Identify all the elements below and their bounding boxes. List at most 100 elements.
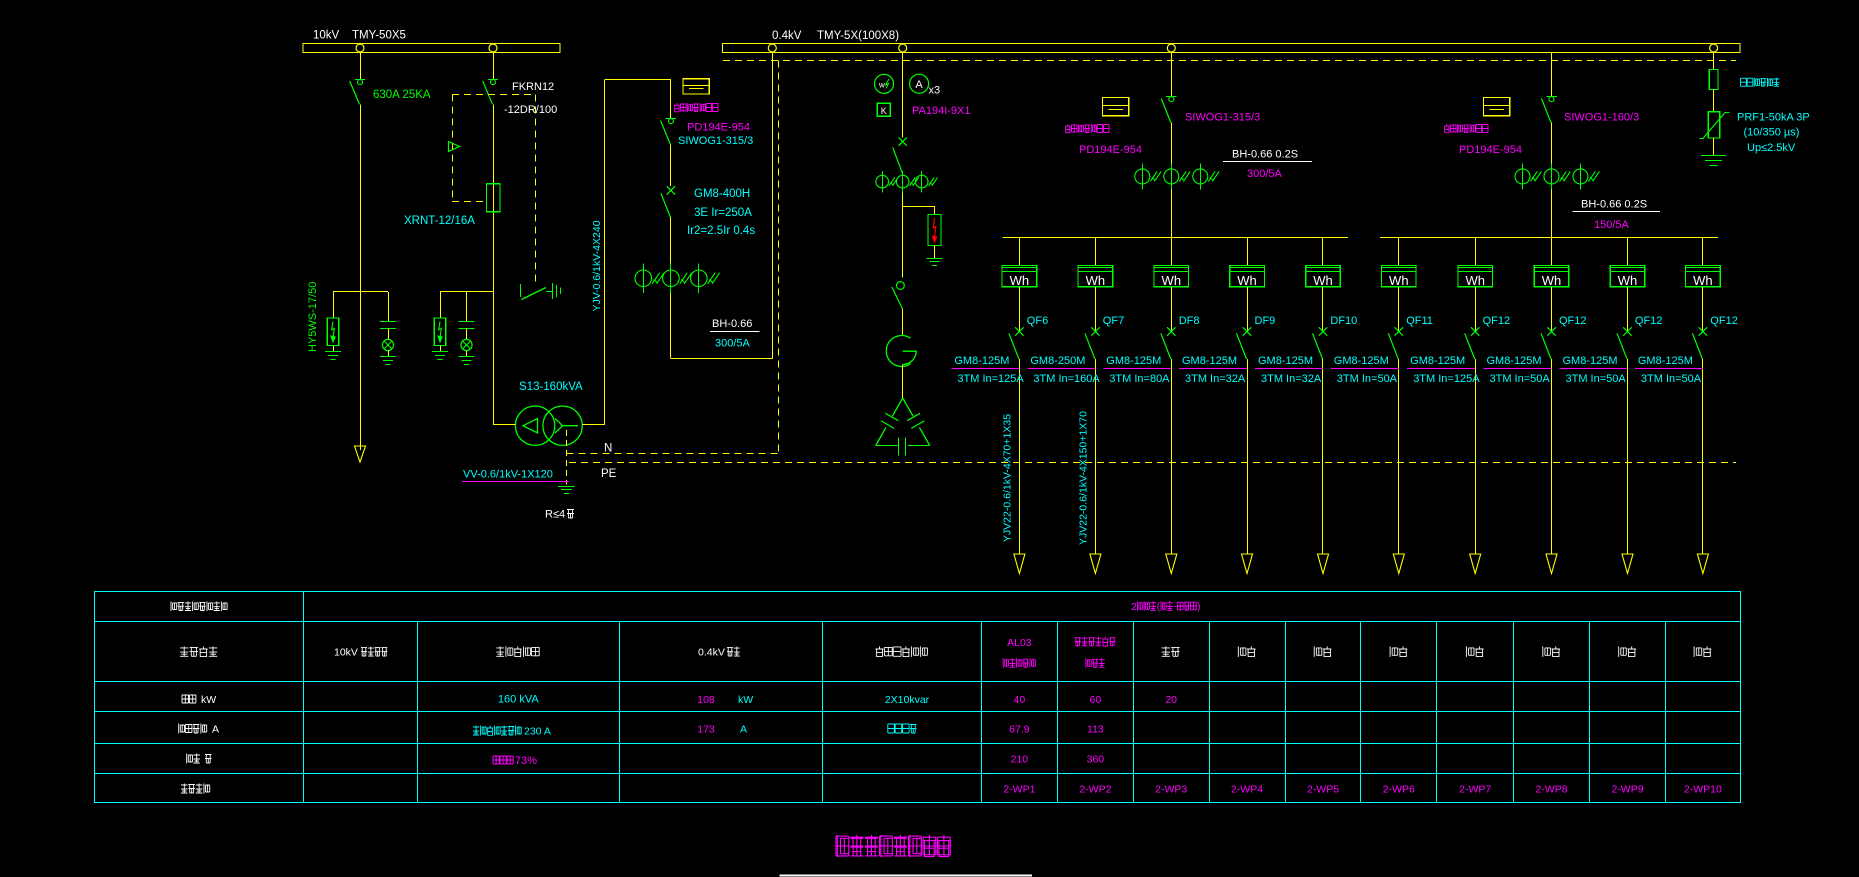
svg-text:2-WP1: 2-WP1: [1003, 783, 1035, 795]
svg-text:3TM In=50A: 3TM In=50A: [1641, 373, 1702, 385]
svg-text:GM8-125M: GM8-125M: [1106, 355, 1161, 367]
svg-text:GM8-125M: GM8-125M: [1334, 355, 1389, 367]
svg-text:Wh: Wh: [1313, 273, 1333, 288]
svg-text:Ir2=2.5Ir 0.4s: Ir2=2.5Ir 0.4s: [687, 225, 755, 237]
svg-text:3TM In=125A: 3TM In=125A: [957, 373, 1024, 385]
svg-text:60: 60: [1090, 694, 1102, 706]
svg-text:kW: kW: [201, 694, 216, 706]
svg-text:TMY-50X5: TMY-50X5: [352, 30, 406, 42]
svg-text:10kV: 10kV: [313, 30, 340, 42]
svg-text:360: 360: [1087, 753, 1105, 765]
svg-text:x3: x3: [929, 85, 941, 97]
svg-text:2-WP2: 2-WP2: [1079, 783, 1111, 795]
svg-text:0.4kV: 0.4kV: [698, 647, 725, 659]
svg-text:PA194I-9X1: PA194I-9X1: [912, 105, 971, 117]
svg-text:BH-0.66 0.2S: BH-0.66 0.2S: [1232, 149, 1298, 161]
svg-text:3TM In=32A: 3TM In=32A: [1261, 373, 1322, 385]
svg-text:SIWOG1-160/3: SIWOG1-160/3: [1564, 112, 1639, 124]
svg-text:XRNT-12/16A: XRNT-12/16A: [404, 215, 475, 227]
svg-text:BH-0.66: BH-0.66: [712, 318, 752, 330]
svg-text:113: 113: [1087, 724, 1104, 736]
svg-text:PRF1-50kA 3P: PRF1-50kA 3P: [1737, 112, 1810, 124]
svg-text:0.4kV: 0.4kV: [772, 30, 802, 42]
svg-text:300/5A: 300/5A: [1247, 168, 1283, 180]
svg-text:20: 20: [1165, 694, 1177, 706]
svg-text:SIWOG1-315/3: SIWOG1-315/3: [1185, 112, 1260, 124]
svg-text:67.9: 67.9: [1009, 724, 1030, 736]
svg-text:73%: 73%: [515, 755, 537, 767]
svg-text:HY5WS-17/50: HY5WS-17/50: [307, 282, 319, 352]
svg-text:GM8-125M: GM8-125M: [1562, 355, 1617, 367]
svg-text:YJV22-0.6/1kV-4X150+1X70: YJV22-0.6/1kV-4X150+1X70: [1078, 411, 1090, 545]
svg-text:230 A: 230 A: [524, 726, 551, 738]
svg-text:PD194E-954: PD194E-954: [1079, 144, 1142, 156]
svg-text:A: A: [212, 723, 219, 735]
svg-text:w: w: [878, 81, 885, 90]
svg-text:GM8-125M: GM8-125M: [1638, 355, 1693, 367]
svg-text:R≤4: R≤4: [545, 509, 565, 521]
svg-text:210: 210: [1011, 753, 1029, 765]
svg-text:2-WP5: 2-WP5: [1307, 783, 1339, 795]
svg-text:150/5A: 150/5A: [1594, 219, 1630, 231]
svg-text:Wh: Wh: [1618, 273, 1638, 288]
svg-text:2X10kvar: 2X10kvar: [885, 694, 930, 706]
svg-text:Wh: Wh: [1542, 273, 1562, 288]
svg-text:YJV-0.6/1kV-4X240: YJV-0.6/1kV-4X240: [591, 220, 603, 311]
svg-text:Wh: Wh: [1237, 273, 1257, 288]
svg-text:-12DR/100: -12DR/100: [504, 104, 557, 116]
svg-text:FKRN12: FKRN12: [512, 81, 554, 93]
svg-text:173: 173: [697, 724, 715, 736]
svg-text:2-WP3: 2-WP3: [1155, 783, 1187, 795]
svg-text:2-WP7: 2-WP7: [1459, 783, 1491, 795]
svg-text:3TM In=50A: 3TM In=50A: [1490, 373, 1551, 385]
svg-text:GM8-125M: GM8-125M: [1258, 355, 1313, 367]
svg-text:108: 108: [697, 694, 715, 706]
svg-text:PE: PE: [601, 468, 617, 480]
svg-text:A: A: [915, 79, 923, 91]
svg-text:GM8-125M: GM8-125M: [1410, 355, 1465, 367]
svg-text:(10/350 µs): (10/350 µs): [1744, 127, 1800, 139]
svg-text:VV-0.6/1kV-1X120: VV-0.6/1kV-1X120: [463, 469, 553, 481]
svg-text:3TM In=50A: 3TM In=50A: [1566, 373, 1627, 385]
svg-text:Wh: Wh: [1693, 273, 1713, 288]
svg-text:QF12: QF12: [1483, 315, 1511, 327]
svg-text:A: A: [740, 724, 747, 736]
svg-text:AL03: AL03: [1007, 637, 1032, 649]
svg-text:3TM In=80A: 3TM In=80A: [1109, 373, 1170, 385]
svg-text:kW: kW: [738, 694, 753, 706]
svg-text:PD194E-954: PD194E-954: [687, 122, 750, 134]
svg-text:QF12: QF12: [1710, 315, 1738, 327]
svg-text:-: -: [1174, 602, 1177, 613]
svg-text:2: 2: [1131, 601, 1137, 613]
svg-text:Wh: Wh: [1010, 273, 1030, 288]
svg-text:TMY-5X(100X8): TMY-5X(100X8): [817, 30, 899, 42]
svg-text:2-WP6: 2-WP6: [1383, 783, 1415, 795]
svg-text:QF11: QF11: [1406, 315, 1433, 327]
svg-text:DF9: DF9: [1255, 315, 1276, 327]
svg-text:GM8-400H: GM8-400H: [694, 188, 750, 200]
svg-text:10kV: 10kV: [334, 647, 358, 659]
svg-text:BH-0.66 0.2S: BH-0.66 0.2S: [1581, 199, 1647, 211]
svg-text:630A 25KA: 630A 25KA: [373, 89, 431, 101]
svg-text:QF12: QF12: [1635, 315, 1663, 327]
svg-text:3TM In=32A: 3TM In=32A: [1185, 373, 1246, 385]
svg-text:Wh: Wh: [1086, 273, 1106, 288]
svg-text:SIWOG1-315/3: SIWOG1-315/3: [678, 135, 753, 147]
svg-text:K: K: [881, 106, 887, 116]
svg-text:N: N: [604, 443, 612, 455]
svg-text:3TM In=160A: 3TM In=160A: [1033, 373, 1100, 385]
svg-text:Wh: Wh: [1162, 273, 1182, 288]
svg-text:GM8-125M: GM8-125M: [1486, 355, 1541, 367]
svg-text:PD194E-954: PD194E-954: [1459, 144, 1522, 156]
svg-text:DF8: DF8: [1179, 315, 1200, 327]
svg-text:3TM In=50A: 3TM In=50A: [1337, 373, 1398, 385]
svg-text:QF7: QF7: [1103, 315, 1124, 327]
svg-text:2-WP8: 2-WP8: [1535, 783, 1567, 795]
svg-text:S13-160kVA: S13-160kVA: [519, 381, 583, 393]
svg-text:3TM In=125A: 3TM In=125A: [1413, 373, 1480, 385]
svg-text:GM8-125M: GM8-125M: [954, 355, 1009, 367]
svg-text:3E Ir=250A: 3E Ir=250A: [694, 207, 752, 219]
svg-text:DF10: DF10: [1330, 315, 1357, 327]
svg-text:2-WP9: 2-WP9: [1611, 783, 1643, 795]
svg-text:Wh: Wh: [1389, 273, 1409, 288]
